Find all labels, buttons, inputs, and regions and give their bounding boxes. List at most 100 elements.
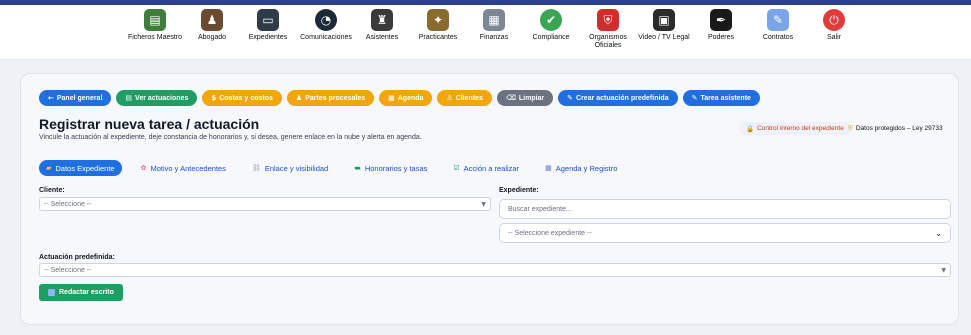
- nav-item-finanzas[interactable]: ▦ Finanzas: [464, 9, 524, 42]
- chevron-down-icon: ▼: [941, 266, 946, 274]
- button-label: Limpiar: [518, 94, 545, 102]
- select-value: -- Seleccione expediente --: [508, 229, 592, 237]
- nav-item-organismos-oficiales[interactable]: ⛨ Organismos Oficiales: [578, 9, 638, 50]
- tab-label: Datos Expediente: [55, 163, 115, 173]
- costas-costos-button[interactable]: $ Costas y costos: [202, 90, 282, 106]
- exit-icon: ⏻: [823, 9, 845, 31]
- nav-item-video-tv-legal[interactable]: ▣ Video / TV Legal: [634, 9, 694, 42]
- link-icon: ⛓: [251, 164, 261, 172]
- expediente-search-input[interactable]: Buscar expediente...: [499, 199, 951, 219]
- checkbox-icon: ☑: [453, 164, 460, 172]
- check-circle-icon: ✔: [540, 9, 562, 31]
- interns-icon: ✦: [427, 9, 449, 31]
- button-label: Agenda: [397, 94, 424, 102]
- button-label: Crear actuación predefinida: [576, 94, 669, 102]
- actuacion-predefinida-select[interactable]: -- Seleccione -- ▼: [39, 263, 951, 277]
- nav-label: Ficheros Maestro: [127, 34, 183, 41]
- actuacion-predefinida-label: Actuación predefinida:: [39, 254, 115, 261]
- select-value: -- Seleccione --: [44, 266, 92, 274]
- expediente-select[interactable]: -- Seleccione expediente -- ⌄: [499, 223, 951, 243]
- pencil-icon: ✎: [691, 94, 698, 102]
- top-navigation: ▤ Ficheros Maestro ♟ Abogado ▭ Expedient…: [0, 5, 971, 60]
- nav-label: Compliance: [532, 34, 570, 41]
- nav-label: Comunicaciones: [300, 34, 352, 41]
- control-interno-badge: 🔒 Control interno del expediente: [739, 122, 851, 135]
- form-tabs: ▰ Datos Expediente ✿ Motivo y Antecedentes…: [39, 160, 624, 176]
- tab-accion-realizar[interactable]: ☑ Acción a realizar: [446, 160, 526, 176]
- datos-protegidos-badge: ⛨ Datos protegidos – Ley 29733: [844, 122, 947, 135]
- folder-tree-icon: ▤: [144, 9, 166, 31]
- contract-icon: ✎: [767, 9, 789, 31]
- nav-item-asistentes[interactable]: ♜ Asistentes: [352, 9, 412, 42]
- select-value: -- Seleccione --: [44, 200, 92, 208]
- button-label: Tarea asistente: [700, 94, 751, 102]
- button-label: Partes procesales: [305, 94, 366, 102]
- nav-label: Salir: [826, 34, 841, 41]
- tab-label: Honorarios y tasas: [364, 163, 428, 173]
- tab-datos-expediente[interactable]: ▰ Datos Expediente: [39, 160, 122, 176]
- nav-item-salir[interactable]: ⏻ Salir: [804, 9, 864, 42]
- tab-motivo-antecedentes[interactable]: ✿ Motivo y Antecedentes: [134, 160, 233, 176]
- lock-icon: 🔒: [746, 124, 755, 133]
- button-label: Ver actuaciones: [135, 94, 189, 102]
- button-label: Redactar escrito: [59, 289, 114, 296]
- tarea-asistente-button[interactable]: ✎ Tarea asistente: [682, 90, 760, 106]
- nav-item-expedientes[interactable]: ▭ Expedientes: [238, 9, 298, 42]
- money-icon: $: [211, 94, 217, 102]
- nav-label: Video / TV Legal: [638, 34, 690, 41]
- action-toolbar: ← Panel general ▤ Ver actuaciones $ Costas …: [39, 90, 760, 106]
- button-label: Costas y costos: [219, 94, 273, 102]
- clientes-button[interactable]: ♙ Clientes: [437, 90, 492, 106]
- ver-actuaciones-button[interactable]: ▤ Ver actuaciones: [116, 90, 198, 106]
- redactar-escrito-button[interactable]: Redactar escrito: [39, 284, 123, 301]
- tab-label: Enlace y visibilidad: [264, 163, 329, 173]
- tab-label: Motivo y Antecedentes: [150, 163, 226, 173]
- laptop-icon: ▭: [257, 9, 279, 31]
- page-subtitle: Vincule la actuación al expediente, deje…: [39, 134, 422, 141]
- button-label: Panel general: [56, 94, 103, 102]
- shield-icon: ⛨: [848, 124, 853, 132]
- lawyer-icon: ♟: [201, 9, 223, 31]
- page-title: Registrar nueva tarea / actuación: [39, 116, 260, 132]
- calendar-icon: ▦: [388, 94, 395, 102]
- gauge-icon: ◔: [315, 9, 337, 31]
- limpiar-button[interactable]: ⌫ Limpiar: [496, 90, 554, 106]
- nav-item-comunicaciones[interactable]: ◔ Comunicaciones: [296, 9, 356, 42]
- eraser-icon: ⌫: [505, 94, 516, 102]
- nav-item-ficheros-maestro[interactable]: ▤ Ficheros Maestro: [125, 9, 185, 42]
- nav-item-compliance[interactable]: ✔ Compliance: [521, 9, 581, 42]
- government-shield-icon: ⛨: [597, 9, 619, 31]
- flower-icon: ✿: [140, 164, 147, 172]
- nav-item-poderes[interactable]: ✒ Poderes: [691, 9, 751, 42]
- nav-label: Organismos Oficiales: [589, 34, 627, 49]
- main-panel: ← Panel general ▤ Ver actuaciones $ Costas …: [20, 73, 959, 325]
- badge-label: Control interno del expediente: [757, 125, 844, 132]
- agenda-button[interactable]: ▦ Agenda: [379, 90, 433, 106]
- tv-icon: ▣: [653, 9, 675, 31]
- cliente-select[interactable]: -- Seleccione -- ▼: [39, 197, 491, 211]
- arrow-left-icon: ←: [48, 94, 54, 102]
- crear-actuacion-predefinida-button[interactable]: ✎ Crear actuación predefinida: [558, 90, 678, 106]
- tab-honorarios-tasas[interactable]: ▬ Honorarios y tasas: [347, 160, 434, 176]
- nav-label: Poderes: [707, 34, 735, 41]
- input-placeholder: Buscar expediente...: [508, 205, 572, 213]
- calendar-icon: ▦: [545, 164, 552, 172]
- folder-icon: ▰: [46, 164, 52, 172]
- signature-pen-icon: ✒: [710, 9, 732, 31]
- nav-item-abogado[interactable]: ♟ Abogado: [182, 9, 242, 42]
- nav-item-practicantes[interactable]: ✦ Practicantes: [408, 9, 468, 42]
- nav-label: Asistentes: [365, 34, 399, 41]
- finance-icon: ▦: [483, 9, 505, 31]
- nav-item-contratos[interactable]: ✎ Contratos: [748, 9, 808, 42]
- nav-label: Abogado: [197, 34, 227, 41]
- people-icon: ♟: [295, 94, 303, 102]
- partes-procesales-button[interactable]: ♟ Partes procesales: [286, 90, 375, 106]
- tab-label: Agenda y Registro: [555, 163, 618, 173]
- cliente-label: Cliente:: [39, 187, 65, 194]
- tab-enlace-visibilidad[interactable]: ⛓ Enlace y visibilidad: [245, 160, 335, 176]
- panel-general-button[interactable]: ← Panel general: [39, 90, 112, 106]
- document-icon: [48, 289, 55, 296]
- nav-label: Expedientes: [248, 34, 288, 41]
- tab-agenda-registro[interactable]: ▦ Agenda y Registro: [538, 160, 624, 176]
- tab-label: Acción a realizar: [463, 163, 520, 173]
